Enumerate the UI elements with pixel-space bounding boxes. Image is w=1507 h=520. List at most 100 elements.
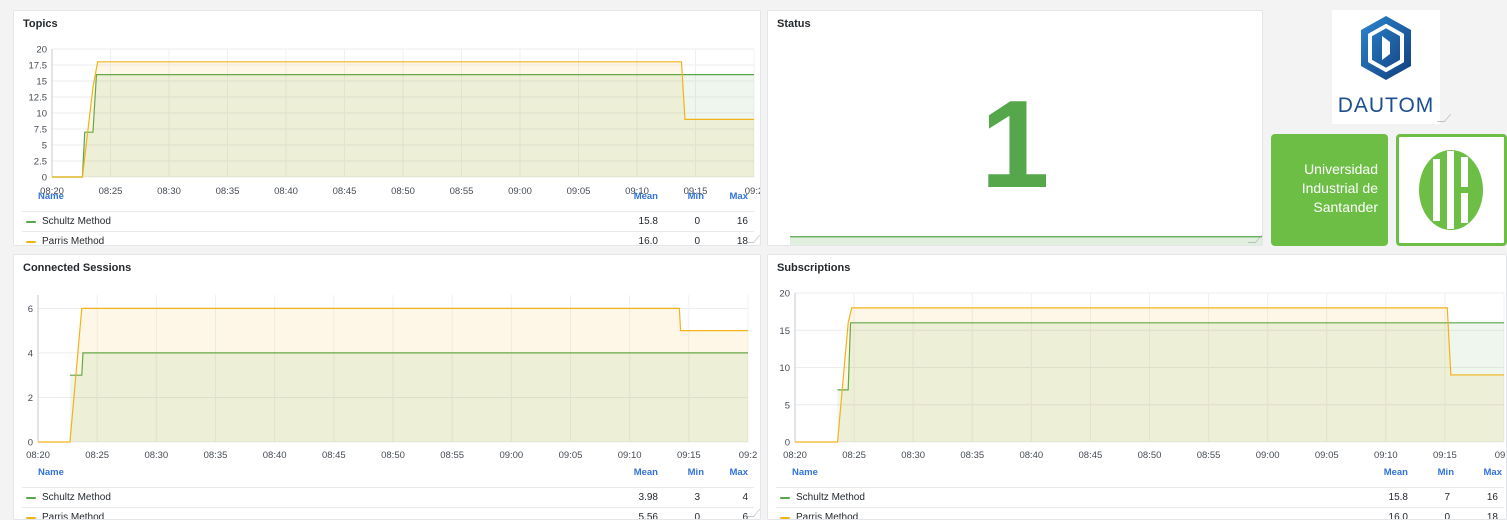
x-tick-label: 08:35 (204, 450, 228, 461)
subscriptions-panel: Subscriptions 0 5 10 15 20 08:20 08:25 08:30 08:… (767, 254, 1507, 520)
legend-min-header[interactable]: Min (688, 463, 704, 482)
sessions-chart[interactable]: 0 2 4 6 08:20 08:25 08:30 08:35 08:40 08:45 08:50 0… (14, 286, 761, 462)
y-tick-label: 12.5 (29, 93, 48, 104)
uis-line: Universidad (1304, 161, 1378, 177)
legend-min: 7 (1444, 492, 1450, 503)
x-tick-label: 08:50 (1138, 450, 1162, 461)
legend-max-header[interactable]: Max (730, 463, 748, 482)
y-tick-label: 20 (779, 289, 790, 300)
y-tick-label: 0 (28, 438, 33, 449)
status-sparkline (790, 236, 1262, 245)
uis-wordmark: Universidad Industrial de Santander (1302, 160, 1378, 217)
legend-min: 0 (694, 512, 700, 520)
legend-series-name[interactable]: Schultz Method (42, 212, 111, 231)
legend-name-header[interactable]: Name (38, 463, 64, 482)
uis-text-logo-panel: Universidad Industrial de Santander (1271, 134, 1388, 246)
x-tick-label: 09:05 (1315, 450, 1339, 461)
legend-series-name[interactable]: Schultz Method (42, 488, 111, 507)
legend-series-name[interactable]: Parris Method (42, 508, 104, 519)
y-tick-label: 7.5 (34, 125, 47, 136)
legend-row-schultz[interactable]: Schultz Method 3.98 3 4 (22, 487, 754, 507)
x-tick-label: 09:05 (559, 450, 583, 461)
sessions-panel: Connected Sessions 0 2 4 6 08:20 08:25 08:30 08… (13, 254, 761, 520)
legend-row-parris[interactable]: Parris Method 16.0 0 18 (776, 507, 1504, 520)
x-tick-label: 08:55 (440, 450, 464, 461)
legend-min: 0 (1444, 512, 1450, 520)
legend-mean-header[interactable]: Mean (634, 187, 658, 206)
legend-series-name[interactable]: Parris Method (42, 232, 104, 245)
x-tick-label: 08:25 (85, 450, 109, 461)
y-tick-label: 4 (28, 348, 33, 359)
series-color-swatch[interactable] (26, 221, 36, 223)
y-tick-label: 10 (36, 109, 47, 120)
legend-mean-header[interactable]: Mean (634, 463, 658, 482)
panel-title[interactable]: Topics (23, 18, 58, 30)
y-tick-label: 5 (42, 141, 47, 152)
x-tick-label: 08:30 (144, 450, 168, 461)
legend-min: 0 (694, 216, 700, 227)
legend-min: 0 (694, 236, 700, 246)
legend-series-name[interactable]: Parris Method (796, 508, 858, 519)
series-color-swatch[interactable] (780, 497, 790, 499)
legend-max-header[interactable]: Max (1484, 463, 1502, 482)
legend-max: 16 (1486, 492, 1498, 503)
legend-name-header[interactable]: Name (792, 463, 818, 482)
uis-line: Industrial de (1301, 180, 1378, 196)
x-tick-label: 08:55 (1197, 450, 1221, 461)
series-area-parris-method (795, 307, 1504, 442)
legend-series-name[interactable]: Schultz Method (796, 488, 865, 507)
legend-row-schultz[interactable]: Schultz Method 15.8 0 16 (22, 211, 754, 231)
x-tick-label: 08:35 (960, 450, 984, 461)
y-tick-label: 10 (779, 363, 790, 374)
x-tick-label: 08:45 (322, 450, 346, 461)
y-tick-label: 2.5 (34, 157, 47, 168)
subscriptions-chart[interactable]: 0 5 10 15 20 08:20 08:25 08:30 08:35 08:40 08:45 08… (768, 286, 1507, 462)
uis-monogram-logo-icon (1419, 150, 1483, 230)
legend-max: 4 (742, 492, 748, 503)
x-tick-label: 09:15 (677, 450, 701, 461)
x-tick-label: 09:10 (618, 450, 642, 461)
series-area-value (790, 236, 1262, 245)
legend-row-schultz[interactable]: Schultz Method 15.8 7 16 (776, 487, 1504, 507)
y-tick-label: 0 (785, 438, 790, 449)
x-tick-label: 08:20 (26, 450, 50, 461)
panel-title[interactable]: Connected Sessions (23, 262, 131, 274)
x-tick-label: 08:25 (842, 450, 866, 461)
x-tick-label: 09:10 (1374, 450, 1398, 461)
panel-title[interactable]: Subscriptions (777, 262, 850, 274)
y-tick-label: 0 (42, 173, 47, 184)
legend-row-parris[interactable]: Parris Method 16.0 0 18 (22, 231, 754, 246)
legend-mean: 5.56 (638, 512, 658, 520)
y-tick-label: 20 (36, 45, 47, 56)
legend-min-header[interactable]: Min (688, 187, 704, 206)
legend-mean: 16.0 (1388, 512, 1408, 520)
panel-title[interactable]: Status (777, 18, 811, 30)
legend-max-header[interactable]: Max (730, 187, 748, 206)
dautom-wordmark: DAUTOM (1338, 94, 1435, 117)
y-tick-label: 2 (28, 393, 33, 404)
dautom-logo-panel: DAUTOM (1332, 10, 1440, 124)
y-tick-label: 15 (779, 326, 790, 337)
legend-mean: 16.0 (638, 236, 658, 246)
legend-min-header[interactable]: Min (1438, 463, 1454, 482)
topics-panel: Topics 0 2.5 5 7.5 10 12.5 15 17.5 20 08:20 08:25 0… (13, 10, 761, 246)
subscriptions-legend: Name Mean Min Max Schultz Method 15.8 7 … (776, 467, 1504, 520)
x-tick-label: 08:50 (381, 450, 405, 461)
legend-row-parris[interactable]: Parris Method 5.56 0 6 (22, 507, 754, 520)
legend-header: Name Mean Min Max (22, 191, 754, 211)
legend-header: Name Mean Min Max (776, 467, 1504, 487)
x-tick-label: 09:2 (739, 450, 758, 461)
series-color-swatch[interactable] (780, 517, 790, 519)
y-tick-label: 17.5 (29, 61, 48, 72)
legend-name-header[interactable]: Name (38, 187, 64, 206)
x-tick-label: 09:00 (499, 450, 523, 461)
uis-monogram-logo-panel (1396, 134, 1507, 246)
x-tick-label: 09:15 (1433, 450, 1457, 461)
legend-mean-header[interactable]: Mean (1384, 463, 1408, 482)
legend-mean: 3.98 (638, 492, 658, 503)
x-tick-label: 08:40 (263, 450, 287, 461)
legend-max: 18 (736, 236, 748, 246)
series-color-swatch[interactable] (26, 517, 36, 519)
series-color-swatch[interactable] (26, 497, 36, 499)
series-color-swatch[interactable] (26, 241, 36, 243)
